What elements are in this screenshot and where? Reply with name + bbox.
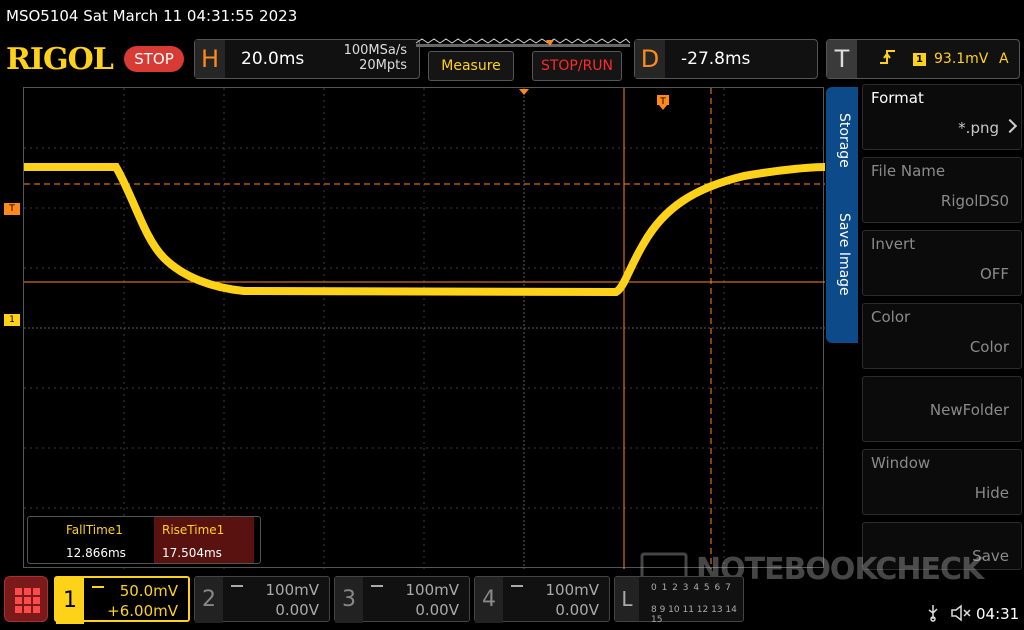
run-state-badge[interactable]: STOP	[124, 46, 184, 72]
menu-item-invert[interactable]: Invert OFF	[862, 230, 1022, 296]
logic-channels-low: 0 1 2 3 4 5 6 7	[651, 583, 732, 593]
stop-run-button[interactable]: STOP/RUN	[532, 51, 622, 81]
channel-number: 4	[475, 577, 503, 623]
tab-storage[interactable]: Storage	[832, 113, 852, 168]
channel-offset: 0.00V	[415, 601, 459, 619]
logic-analyzer-box[interactable]: L 0 1 2 3 4 5 6 7 8 9 10 11 12 13 14 15	[614, 576, 744, 625]
measurement-name: RiseTime1	[162, 523, 225, 537]
sample-rate: 100MSa/s	[343, 43, 407, 58]
memory-depth: 20Mpts	[359, 58, 407, 73]
trigger-settings[interactable]: T 1 93.1mV A	[826, 39, 1020, 79]
waveform-display[interactable]: T	[23, 87, 825, 569]
timebase-value: 20.0ms	[241, 49, 305, 69]
tab-save-image[interactable]: Save Image	[832, 213, 852, 296]
menu-item-value: RigolDS0	[940, 192, 1009, 210]
trigger-position-strip	[415, 38, 631, 47]
horizontal-settings[interactable]: H 20.0ms 100MSa/s 20Mpts	[194, 39, 420, 79]
channel-number: 2	[195, 577, 223, 623]
acquisition-info: 100MSa/s 20Mpts	[344, 43, 407, 73]
main-menu-button[interactable]	[4, 576, 48, 622]
horizontal-letter: H	[195, 40, 225, 78]
menu-item-window[interactable]: Window Hide	[862, 449, 1022, 515]
channel-offset: 0.00V	[275, 601, 319, 619]
menu-item-format[interactable]: Format *.png	[862, 84, 1022, 150]
dc-coupling-icon	[371, 585, 383, 591]
graticule: T	[24, 88, 825, 569]
channel2-box[interactable]: 2 100mV 0.00V	[194, 576, 330, 623]
channel-offset: +6.00mV	[107, 602, 178, 620]
chevron-right-icon	[1002, 118, 1018, 134]
channel3-box[interactable]: 3 100mV 0.00V	[334, 576, 470, 623]
delay-value: -27.8ms	[681, 49, 751, 69]
channel-number: 1	[56, 578, 84, 624]
menu-item-new-folder[interactable]: NewFolder	[862, 376, 1022, 442]
channel1-offset-marker[interactable]: 1	[4, 314, 20, 326]
channel-scale: 50.0mV	[119, 582, 178, 600]
menu-item-color[interactable]: Color Color	[862, 303, 1022, 369]
logic-channels-high: 8 9 10 11 12 13 14 15	[651, 605, 737, 625]
trigger-level: 93.1mV	[934, 51, 989, 67]
clock: 04:31	[976, 605, 1020, 623]
storage-menu-tab[interactable]: Storage Save Image	[826, 87, 858, 343]
menu-item-key: Color	[871, 308, 911, 326]
measurement-value: 17.504ms	[162, 546, 222, 560]
speaker-muted-icon[interactable]	[950, 604, 972, 626]
logic-letter: L	[615, 577, 639, 621]
bottom-channel-bar: 1 50.0mV +6.00mV 2 100mV 0.00V 3 100mV 0…	[0, 572, 1024, 630]
measure-button[interactable]: Measure	[428, 51, 514, 81]
channel-scale: 100mV	[265, 581, 319, 599]
delay-settings[interactable]: D -27.8ms	[634, 39, 818, 79]
usb-icon	[926, 604, 940, 626]
channel-scale: 100mV	[405, 581, 459, 599]
title-bar: MSO5104 Sat March 11 04:31:55 2023	[0, 0, 1024, 34]
trigger-letter: T	[827, 40, 857, 78]
trigger-source: 1	[913, 53, 926, 66]
save-image-menu: Format *.png File Name RigolDS0 Invert O…	[858, 84, 1024, 570]
measurement-name: FallTime1	[66, 523, 123, 537]
menu-item-file-name[interactable]: File Name RigolDS0	[862, 157, 1022, 223]
rising-edge-icon	[879, 49, 897, 69]
menu-item-key: File Name	[871, 162, 946, 180]
menu-item-value: *.png	[958, 119, 999, 137]
menu-item-key: Invert	[871, 235, 916, 253]
rigol-logo: RIGOL	[6, 42, 114, 77]
menu-item-key: Format	[871, 89, 924, 107]
trigger-mode: A	[999, 51, 1009, 67]
dc-coupling-icon	[231, 585, 243, 591]
instrument-title: MSO5104 Sat March 11 04:31:55 2023	[6, 7, 298, 25]
channel-number: 3	[335, 577, 363, 623]
menu-item-value: Hide	[974, 484, 1009, 502]
trigger-level-marker[interactable]: T	[4, 203, 20, 215]
dc-coupling-icon	[511, 585, 523, 591]
delay-letter: D	[635, 40, 665, 78]
menu-item-key: Window	[871, 454, 931, 472]
measurement-value: 12.866ms	[66, 546, 126, 560]
channel-offset: 0.00V	[555, 601, 599, 619]
channel4-box[interactable]: 4 100mV 0.00V	[474, 576, 610, 623]
measurement-results[interactable]: FallTime1 12.866ms RiseTime1 17.504ms	[27, 516, 261, 564]
channel-scale: 100mV	[545, 581, 599, 599]
menu-item-value: OFF	[979, 265, 1009, 283]
measurement-fall-time: FallTime1 12.866ms	[58, 517, 158, 563]
menu-item-value: NewFolder	[929, 401, 1009, 419]
dc-coupling-icon	[92, 586, 104, 592]
measurement-rise-time: RiseTime1 17.504ms	[154, 517, 254, 563]
top-toolbar: RIGOL STOP H 20.0ms 100MSa/s 20Mpts Meas…	[0, 36, 1024, 84]
channel1-box[interactable]: 1 50.0mV +6.00mV	[54, 576, 190, 624]
menu-item-value: Color	[969, 338, 1009, 356]
